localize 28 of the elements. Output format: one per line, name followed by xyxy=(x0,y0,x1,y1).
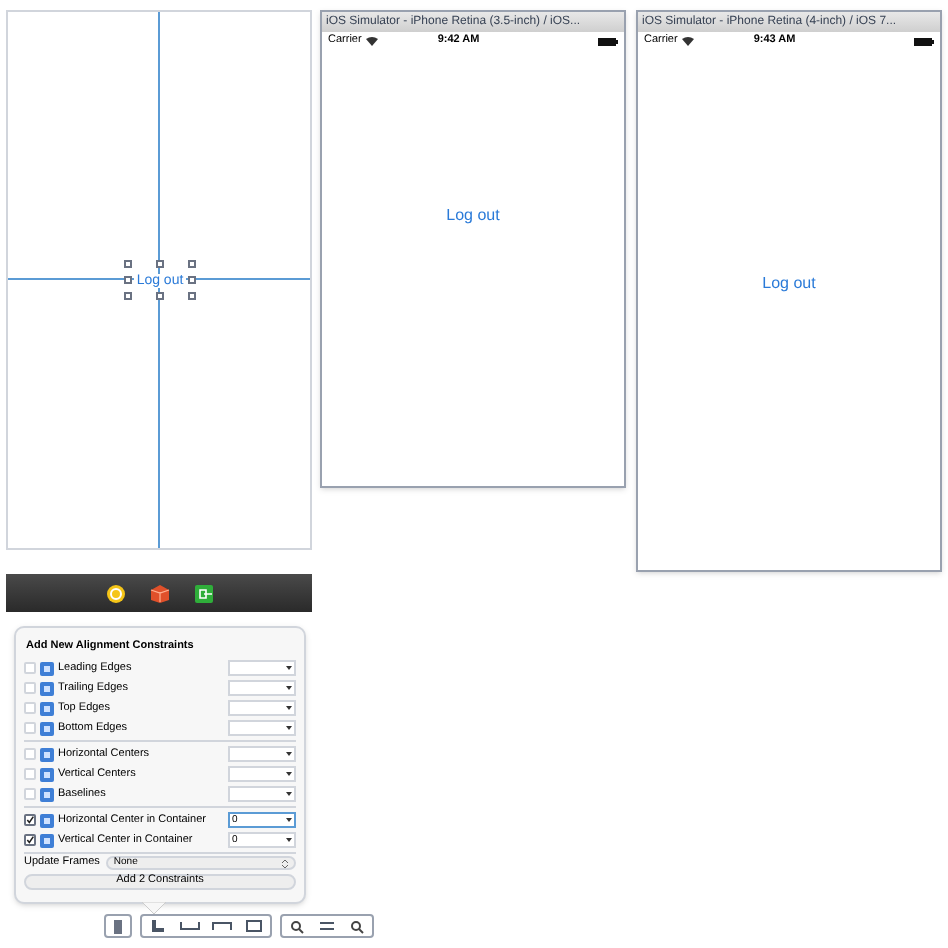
caret-icon xyxy=(286,752,292,756)
caret-icon xyxy=(286,818,292,822)
battery-icon xyxy=(598,37,618,45)
resolve-button[interactable] xyxy=(206,916,238,936)
exit-icon[interactable] xyxy=(193,583,213,603)
cube-icon[interactable] xyxy=(149,583,169,603)
document-button[interactable] xyxy=(104,914,132,938)
checkbox[interactable] xyxy=(24,814,36,826)
caret-icon xyxy=(286,666,292,670)
caret-icon xyxy=(286,686,292,690)
logout-button[interactable]: Log out xyxy=(446,204,500,228)
resize-handle[interactable] xyxy=(156,292,164,300)
circle-icon[interactable] xyxy=(105,583,125,603)
stepper-icon xyxy=(282,859,288,867)
checkbox[interactable] xyxy=(24,834,36,846)
caret-icon xyxy=(286,772,292,776)
caret-icon xyxy=(286,792,292,796)
logout-button[interactable]: Log out xyxy=(762,272,816,296)
caret-icon xyxy=(286,726,292,730)
caret-icon xyxy=(286,706,292,710)
magnifier-icon xyxy=(350,919,364,933)
wifi-icon xyxy=(681,36,694,46)
caret-icon xyxy=(286,838,292,842)
resize-handle[interactable] xyxy=(156,260,164,268)
battery-icon xyxy=(914,37,934,45)
magnifier-icon xyxy=(290,919,304,933)
pin-button[interactable] xyxy=(174,916,206,936)
wifi-icon xyxy=(365,36,378,46)
